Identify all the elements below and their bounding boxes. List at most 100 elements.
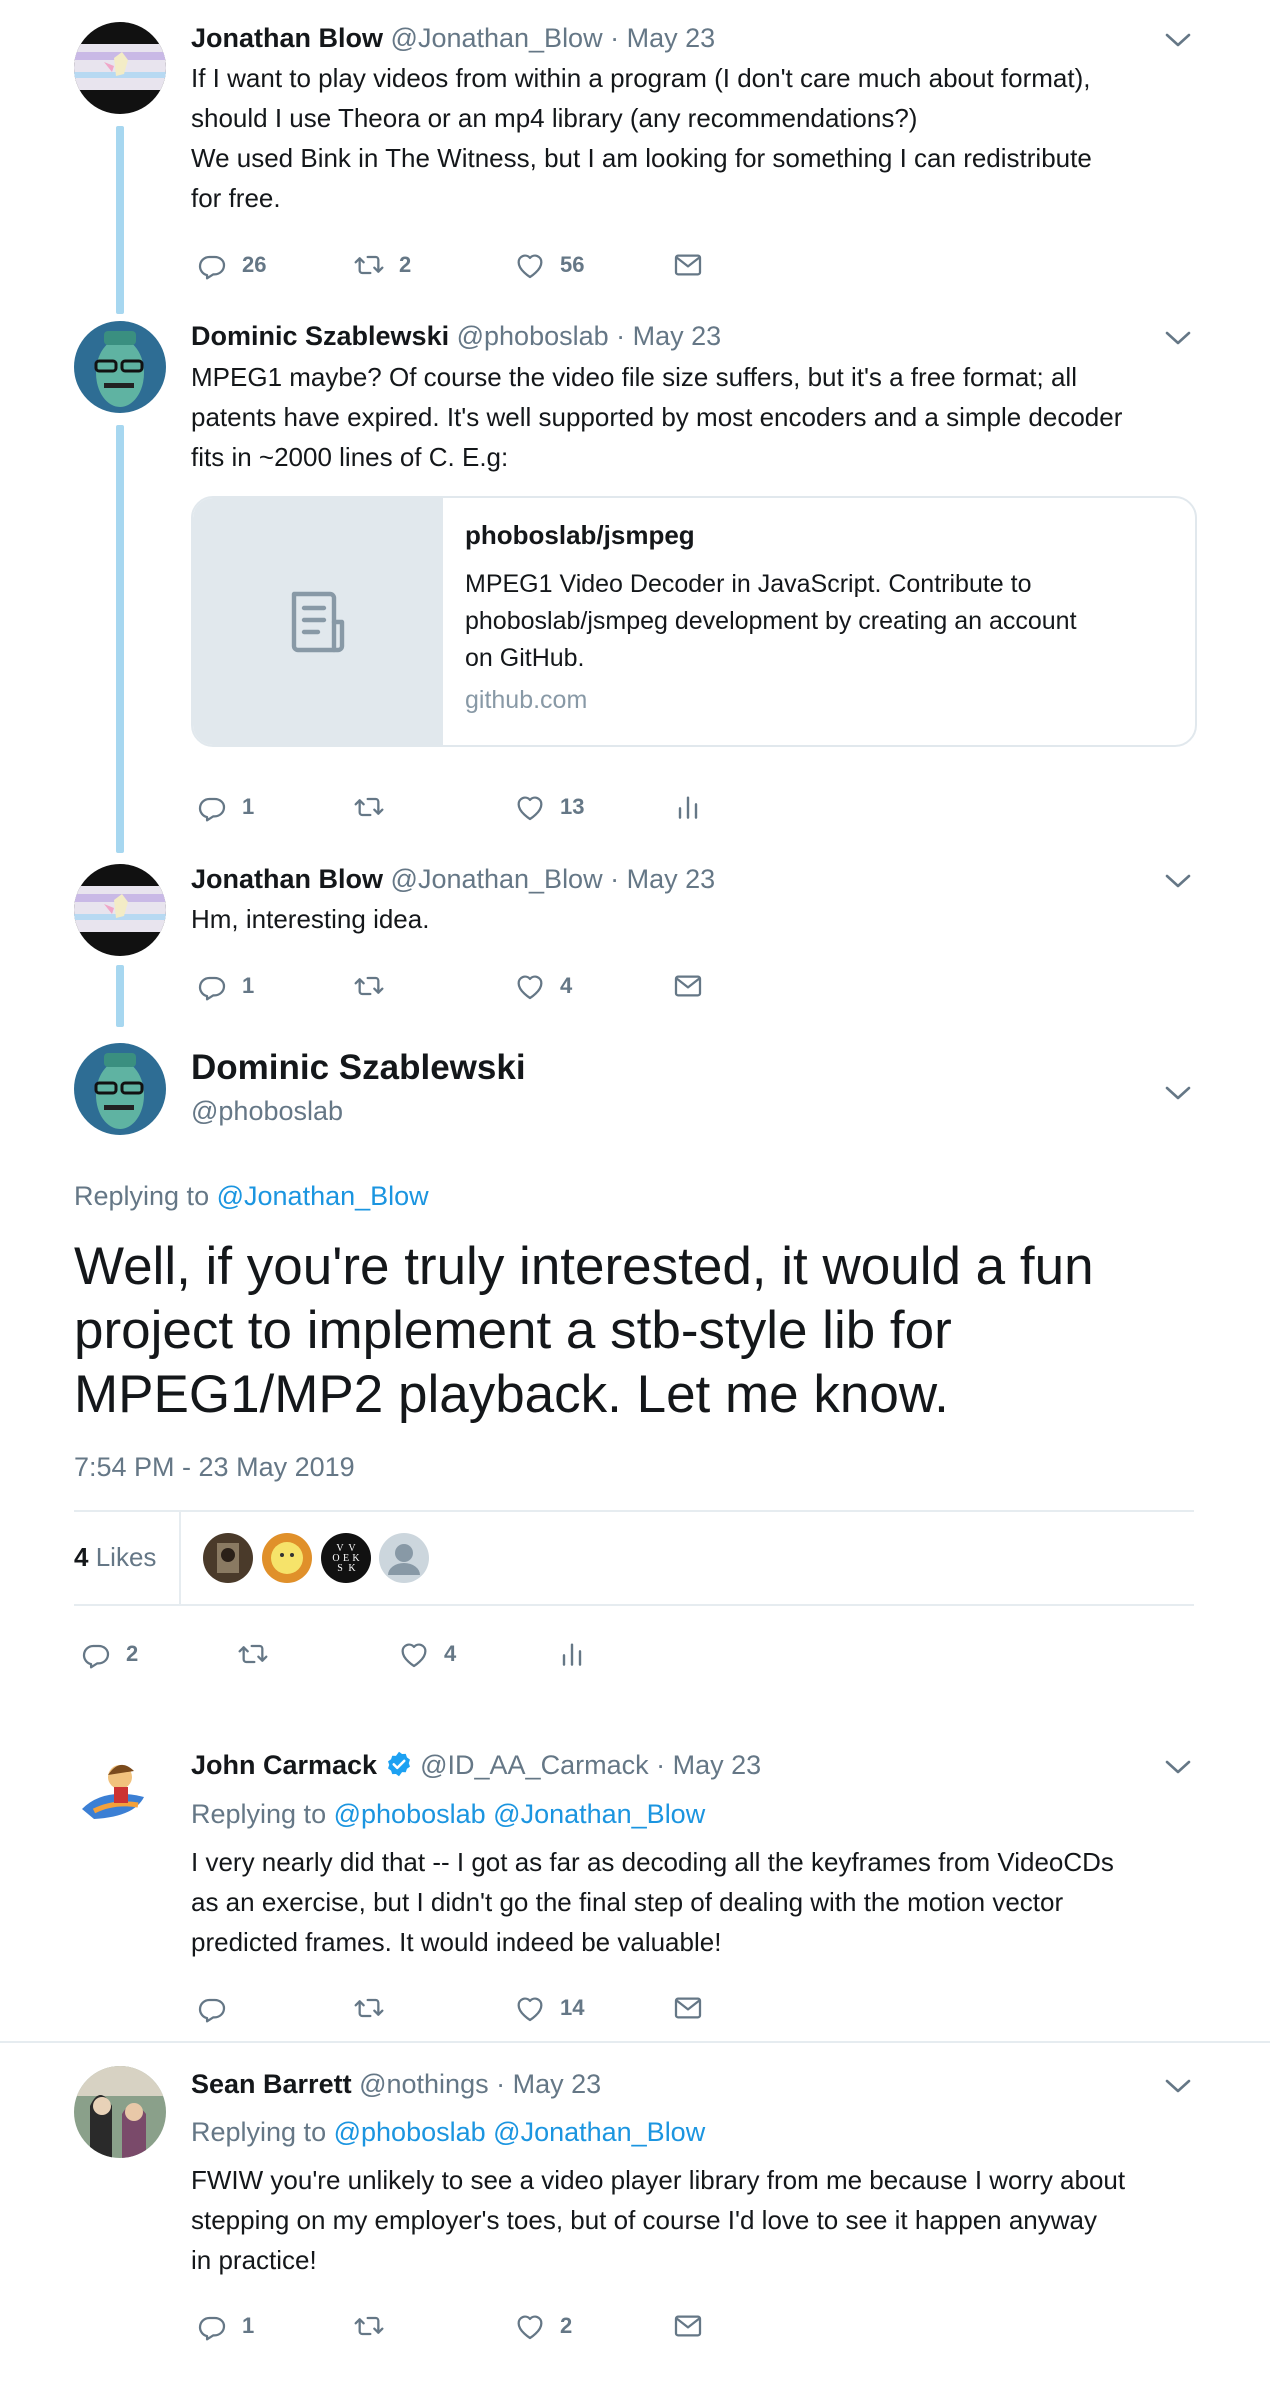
chevron-down-icon[interactable] [1164, 1757, 1192, 1777]
reply-count: 1 [242, 973, 255, 998]
retweet-button[interactable] [353, 1988, 399, 2028]
likes-count: 4 [74, 1542, 89, 1572]
analytics-button[interactable] [556, 1634, 588, 1674]
tweet-text-line: We used Bink in The Witness, but I am lo… [191, 143, 1092, 173]
likes-stat[interactable]: 4 Likes [74, 1542, 156, 1573]
tweet-text-line: FWIW you're unlikely to see a video play… [191, 2165, 1126, 2195]
divider [74, 1510, 1194, 1512]
author-handle[interactable]: @Jonathan_Blow [391, 23, 603, 53]
like-button[interactable]: 14 [514, 1988, 584, 2028]
link-card[interactable]: phoboslab/jsmpeg MPEG1 Video Decoder in … [191, 496, 1197, 747]
mention-link[interactable]: @Jonathan_Blow [493, 2117, 705, 2147]
analytics-button[interactable] [672, 787, 704, 827]
reply-count: 2 [126, 1641, 139, 1666]
liker-avatar[interactable] [379, 1533, 429, 1583]
like-button[interactable]: 56 [514, 245, 584, 285]
author-name[interactable]: Jonathan Blow [191, 864, 383, 894]
svg-text:K: K [348, 1563, 356, 1574]
avatar[interactable] [74, 321, 166, 413]
reply-button[interactable]: 26 [196, 245, 266, 285]
tweet-header: Jonathan Blow @Jonathan_Blow · May 23 [191, 861, 715, 897]
reply-button[interactable]: 1 [196, 2306, 254, 2346]
reply-button[interactable] [196, 1988, 242, 2028]
replying-to-label: Replying to [191, 2117, 327, 2147]
tweet-text-line: fits in ~2000 lines of C. E.g: [191, 442, 509, 472]
link-card-description-line: on GitHub. [465, 644, 585, 672]
retweet-button[interactable] [353, 966, 399, 1006]
chevron-down-icon[interactable] [1164, 1083, 1192, 1103]
author-handle[interactable]: @ID_AA_Carmack [420, 1750, 648, 1780]
mention-link[interactable]: @Jonathan_Blow [217, 1181, 429, 1211]
tweet-actions: 1 4 [196, 966, 756, 1006]
replying-to: Replying to @phoboslab @Jonathan_Blow [191, 1796, 705, 1832]
retweet-button[interactable] [353, 787, 399, 827]
chevron-down-icon[interactable] [1164, 871, 1192, 891]
author-name[interactable]: Jonathan Blow [191, 23, 383, 53]
retweet-button[interactable]: 2 [353, 245, 411, 285]
avatar[interactable] [74, 1747, 166, 1839]
chevron-down-icon[interactable] [1164, 328, 1192, 348]
retweet-button[interactable] [353, 2306, 399, 2346]
envelope-icon [672, 249, 704, 281]
heart-icon [514, 249, 546, 281]
author-handle[interactable]: @nothings [359, 2069, 489, 2099]
tweet-actions: 2 4 [80, 1634, 640, 1674]
message-button[interactable] [672, 2306, 704, 2346]
tweet-text-line: predicted frames. It would indeed be val… [191, 1927, 722, 1957]
chevron-down-icon[interactable] [1164, 30, 1192, 50]
reply-button[interactable]: 2 [80, 1634, 138, 1674]
mention-link[interactable]: @phoboslab [334, 2117, 486, 2147]
envelope-icon [672, 2310, 704, 2342]
thread-line [116, 965, 124, 1027]
divider [179, 1512, 181, 1604]
author-name[interactable]: John Carmack [191, 1750, 377, 1780]
reply-button[interactable]: 1 [196, 787, 254, 827]
thread-line [116, 126, 124, 314]
message-button[interactable] [672, 966, 704, 1006]
envelope-icon [672, 1992, 704, 2024]
chevron-down-icon[interactable] [1164, 2076, 1192, 2096]
tweet-text: FWIW you're unlikely to see a video play… [191, 2160, 1191, 2280]
heart-icon [514, 970, 546, 1002]
author-handle[interactable]: @phoboslab [457, 321, 609, 351]
message-button[interactable] [672, 1988, 704, 2028]
liker-avatar[interactable] [262, 1533, 312, 1583]
author-name[interactable]: Sean Barrett [191, 2069, 352, 2099]
mention-link[interactable]: @phoboslab [334, 1799, 486, 1829]
like-button[interactable]: 4 [514, 966, 572, 1006]
liker-avatar[interactable]: VV OEK SK [321, 1533, 371, 1583]
svg-text:S: S [337, 1563, 343, 1574]
tweet-date[interactable]: · May 23 [616, 321, 721, 351]
tweet-date[interactable]: · May 23 [610, 864, 715, 894]
message-button[interactable] [672, 245, 704, 285]
tweet-date[interactable]: · May 23 [656, 1750, 761, 1780]
author-handle[interactable]: @phoboslab [191, 1096, 343, 1127]
tweet-text-line: patents have expired. It's well supporte… [191, 402, 1123, 432]
tweet-date[interactable]: · May 23 [496, 2069, 601, 2099]
author-name[interactable]: Dominic Szablewski [191, 1046, 526, 1090]
like-button[interactable]: 4 [398, 1634, 456, 1674]
author-handle[interactable]: @Jonathan_Blow [391, 864, 603, 894]
tweet-text-line: MPEG1 maybe? Of course the video file si… [191, 362, 1077, 392]
avatar[interactable] [74, 864, 166, 956]
tweet-header: John Carmack @ID_AA_Carmack · May 23 [191, 1747, 761, 1783]
retweet-count: 2 [399, 252, 412, 277]
reply-count: 1 [242, 2313, 255, 2338]
tweet-text-line: should I use Theora or an mp4 library (a… [191, 103, 918, 133]
retweet-icon [237, 1638, 269, 1670]
reply-button[interactable]: 1 [196, 966, 254, 1006]
avatar[interactable] [74, 22, 166, 114]
like-button[interactable]: 13 [514, 787, 584, 827]
mention-link[interactable]: @Jonathan_Blow [493, 1799, 705, 1829]
retweet-button[interactable] [237, 1634, 283, 1674]
avatar[interactable] [74, 1043, 166, 1135]
heart-icon [514, 2310, 546, 2342]
reply-icon [80, 1638, 112, 1670]
tweet-timestamp[interactable]: 7:54 PM - 23 May 2019 [74, 1452, 355, 1483]
like-button[interactable]: 2 [514, 2306, 572, 2346]
tweet-text: Hm, interesting idea. [191, 899, 1191, 939]
tweet-date[interactable]: · May 23 [610, 23, 715, 53]
avatar[interactable] [74, 2066, 166, 2158]
liker-avatar[interactable] [203, 1533, 253, 1583]
author-name[interactable]: Dominic Szablewski [191, 321, 449, 351]
